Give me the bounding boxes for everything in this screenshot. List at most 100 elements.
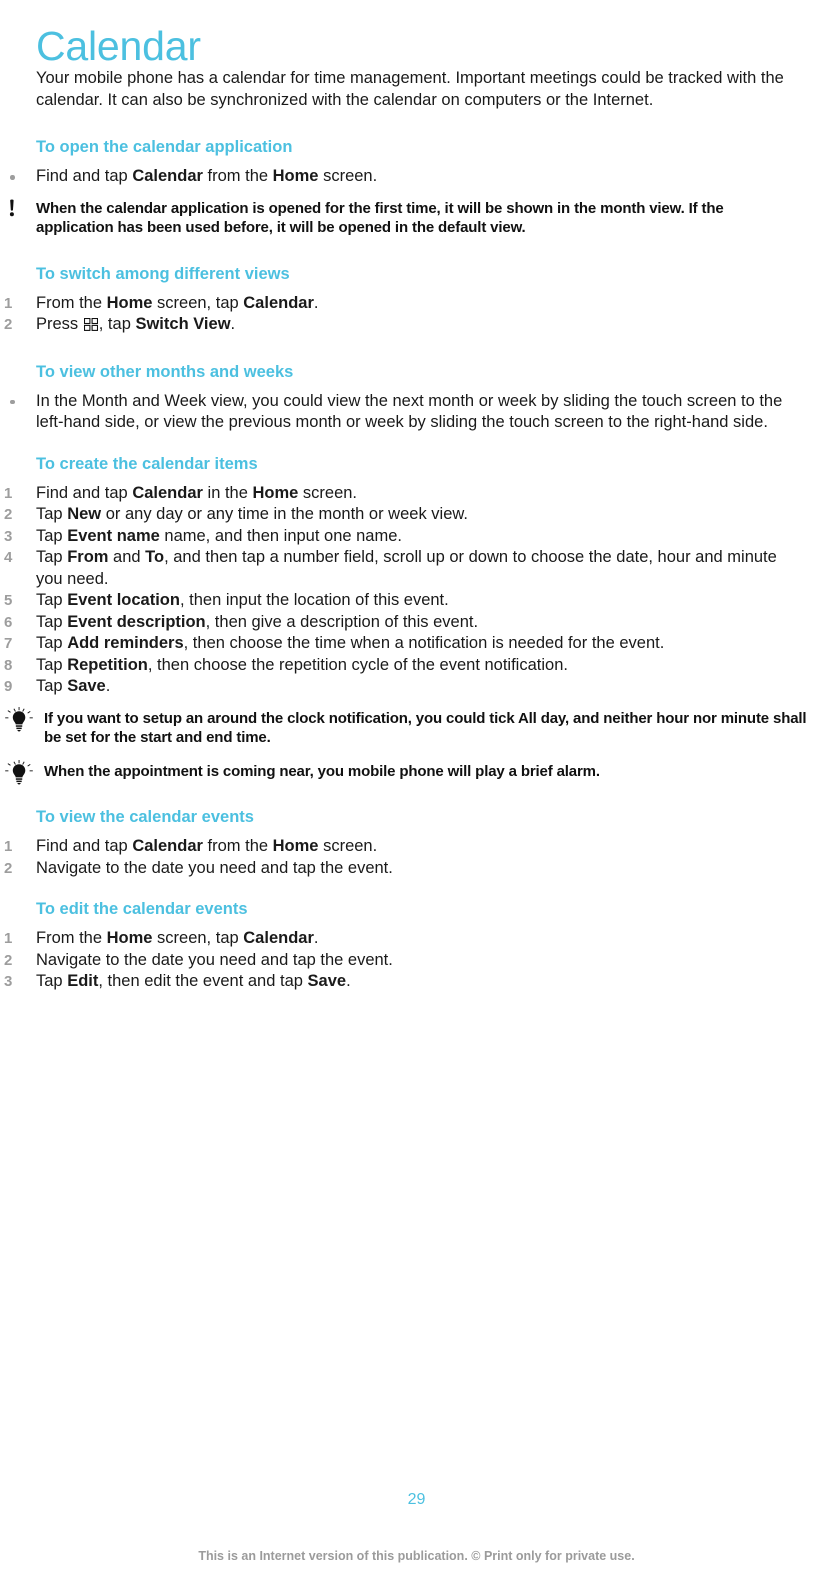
step-text-bold: Event description <box>67 612 206 631</box>
step-text-bold: Save <box>67 677 106 695</box>
step-number: 8 <box>4 656 13 674</box>
step-text-part: Find and tap <box>36 837 133 855</box>
step-number: 2 <box>4 951 13 969</box>
step-text-part: or any day or any time in the month or w… <box>101 505 468 523</box>
list-view-events: 1 Find and tap Calendar from the Home sc… <box>0 836 833 879</box>
step-text-part: Tap <box>36 972 68 990</box>
step-number: 1 <box>4 484 13 502</box>
step-number: 1 <box>4 930 13 947</box>
intro-paragraph: Your mobile phone has a calendar for tim… <box>36 69 784 109</box>
page-content: Your mobile phone has a calendar for tim… <box>0 68 833 993</box>
table-row: 4 Tap From and To, and then tap a number… <box>0 547 797 590</box>
table-row: 1 From the Home screen, tap Calendar. <box>0 928 797 950</box>
step-text-part: , then give a description of this event. <box>205 612 479 631</box>
step-text-part: Tap <box>36 505 68 523</box>
step-number: 7 <box>4 635 13 652</box>
section-heading-view-events: To view the calendar events <box>36 808 254 826</box>
step-number: 2 <box>4 859 13 877</box>
tip-block-all-day: If you want to setup an around the clock… <box>0 706 808 748</box>
lightbulb-icon <box>4 706 34 732</box>
table-row: 7 Tap Add reminders, then choose the tim… <box>0 633 797 655</box>
step-text: In the Month and Week view, you could vi… <box>36 391 783 432</box>
step-text-bold: Home <box>106 929 153 947</box>
list-switch-views: 1 From the Home screen, tap Calendar. 2 … <box>0 293 833 336</box>
step-text-bold: Edit <box>67 972 99 990</box>
section-heading-other-months: To view other months and weeks <box>36 362 294 381</box>
table-row: 9 Tap Save. <box>0 676 797 698</box>
table-row: 2 Tap New or any day or any time in the … <box>0 504 797 526</box>
step-text-bold: Event location <box>67 591 180 609</box>
step-text-bold: Add reminders <box>67 634 184 652</box>
list-other-months: In the Month and Week view, you could vi… <box>0 391 833 434</box>
step-number: 2 <box>4 506 13 523</box>
step-text-part: . <box>313 929 319 947</box>
list-open-app: Find and tap Calendar from the Home scre… <box>0 166 833 188</box>
step-text-part: Press <box>36 315 83 333</box>
step-text: Navigate to the date you need and tap th… <box>36 858 393 877</box>
step-text-bold: Switch View <box>135 315 231 333</box>
page-title: Calendar <box>36 23 201 70</box>
step-text-bold: New <box>67 505 102 523</box>
step-text-part: , then choose the time when a notificati… <box>183 634 665 652</box>
step-text-part: Tap <box>36 548 68 566</box>
table-row: 1 Find and tap Calendar in the Home scre… <box>0 483 797 505</box>
table-row: 3 Tap Event name name, and then input on… <box>0 526 797 548</box>
table-row: 8 Tap Repetition, then choose the repeti… <box>0 655 797 677</box>
step-text-part: Tap <box>36 677 68 695</box>
step-number: 1 <box>4 838 13 855</box>
step-text-part: Tap <box>36 612 68 631</box>
bullet-dot-icon <box>10 399 15 404</box>
step-text-bold: Home <box>272 837 319 855</box>
step-text-part: , then input the location of this event. <box>179 591 449 609</box>
table-row: 2 Press , tap Switch View. <box>0 314 797 336</box>
step-text-part: . <box>346 972 351 990</box>
step-text-part: screen, tap <box>152 929 244 947</box>
section-heading-edit-events: To edit the calendar events <box>36 900 248 918</box>
step-text-part: screen. <box>318 167 378 185</box>
step-text-part: and <box>108 548 146 566</box>
list-item: Find and tap Calendar from the Home scre… <box>0 166 797 188</box>
step-text-part: Tap <box>36 591 68 609</box>
step-text-bold: Calendar <box>243 293 314 312</box>
note-block-first-time: When the calendar application is opened … <box>0 199 800 238</box>
step-text-bold: Calendar <box>132 837 203 855</box>
step-text-part: screen. <box>318 837 378 855</box>
step-number: 6 <box>4 613 13 631</box>
step-number: 3 <box>4 973 13 990</box>
table-row: 2 Navigate to the date you need and tap … <box>0 950 797 972</box>
step-text-part: , then edit the event and tap <box>98 972 308 990</box>
step-number: 1 <box>4 294 13 312</box>
exclamation-icon <box>7 199 19 221</box>
step-text-bold: From <box>67 548 109 566</box>
step-text-part: . <box>313 293 319 312</box>
section-heading-create-items: To create the calendar items <box>36 454 258 473</box>
step-text-part: Find and tap <box>36 167 133 185</box>
step-text: Navigate to the date you need and tap th… <box>36 950 393 969</box>
step-text-part: from the <box>202 167 273 185</box>
step-text-bold: Home <box>252 483 299 502</box>
step-number: 9 <box>4 678 13 695</box>
table-row: 3 Tap Edit, then edit the event and tap … <box>0 971 797 993</box>
section-heading-switch-views: To switch among different views <box>36 264 290 283</box>
list-create-items: 1 Find and tap Calendar in the Home scre… <box>0 483 833 698</box>
step-text-part: from the <box>202 837 273 855</box>
step-text-part: Tap <box>36 526 68 545</box>
step-number: 5 <box>4 592 13 609</box>
table-row: 1 Find and tap Calendar from the Home sc… <box>0 836 797 858</box>
lightbulb-icon <box>4 759 34 785</box>
bullet-dot-icon <box>10 175 15 180</box>
list-item: In the Month and Week view, you could vi… <box>0 391 797 434</box>
manual-page: Calendar Your mobile phone has a calenda… <box>0 0 833 1586</box>
step-text-bold: Calendar <box>132 167 203 185</box>
table-row: 1 From the Home screen, tap Calendar. <box>0 293 797 315</box>
step-text-part: Find and tap <box>36 483 133 502</box>
section-heading-open-app: To open the calendar application <box>36 138 293 156</box>
step-text-bold: Home <box>106 293 153 312</box>
step-number: 3 <box>4 527 13 545</box>
step-text-part: screen. <box>298 483 358 502</box>
step-text-part: . <box>230 315 236 333</box>
step-text-bold: Home <box>272 167 319 185</box>
step-text-bold: To <box>145 548 165 566</box>
step-text-bold: Event name <box>67 526 160 545</box>
step-text-part: in the <box>202 483 253 502</box>
